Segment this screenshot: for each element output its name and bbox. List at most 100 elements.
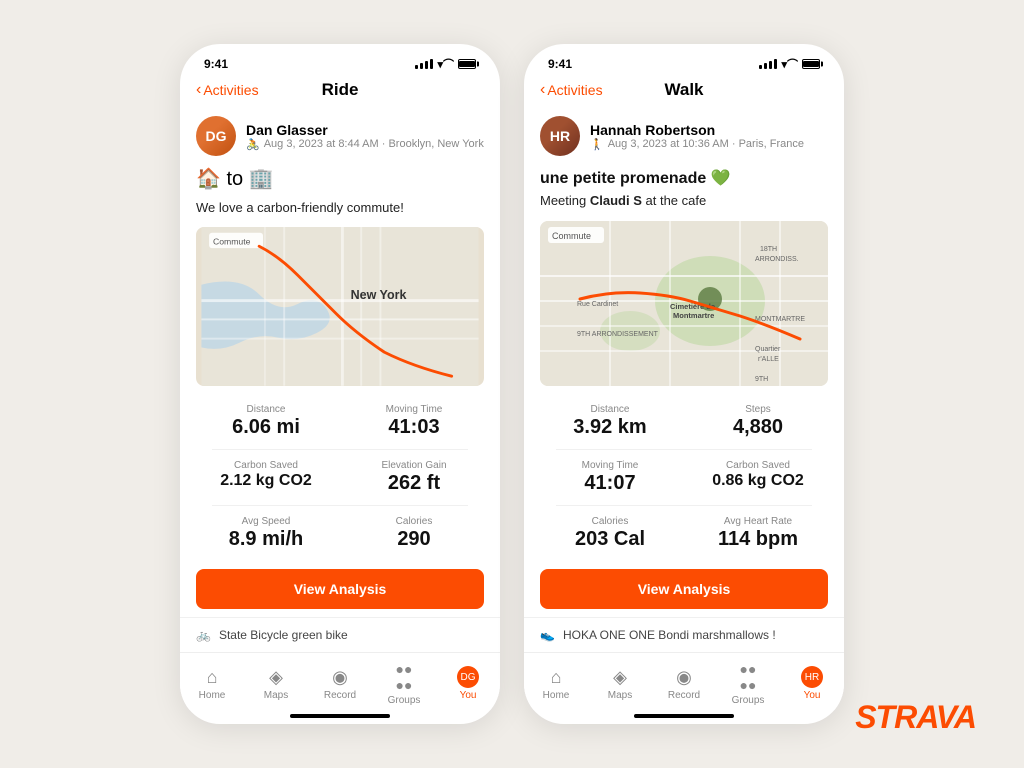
- nav-groups-label-2: Groups: [732, 695, 765, 706]
- walk-icon-2: 🚶: [590, 138, 604, 151]
- phone-content-2: ‹ Activities Walk HR Hannah Robertson 🚶 …: [524, 76, 844, 652]
- stat-distance-2: Distance 3.92 km: [540, 398, 680, 445]
- stat-steps-2: Steps 4,880: [688, 398, 828, 445]
- bottom-nav-1: ⌂ Home ◈ Maps ◉ Record ●●●● Groups DG Yo…: [180, 652, 500, 710]
- svg-text:Rue Cardinet: Rue Cardinet: [577, 301, 618, 308]
- nav-groups-label-1: Groups: [388, 695, 421, 706]
- stat-label-movingtime-1: Moving Time: [386, 404, 443, 415]
- stat-distance-1: Distance 6.06 mi: [196, 398, 336, 445]
- home-indicator-2: [634, 714, 734, 718]
- nav-maps-label-1: Maps: [264, 690, 288, 701]
- stat-value-heartrate-2: 114 bpm: [718, 528, 798, 551]
- battery-icon-1: [458, 59, 476, 69]
- groups-icon-1: ●●●●: [396, 661, 413, 693]
- home-icon-2: ⌂: [551, 667, 562, 688]
- phone-ride: 9:41 ▾⌒ ‹ Activities: [180, 44, 500, 724]
- stat-value-movingtime-2: 41:07: [584, 472, 635, 495]
- equipment-label-2: HOKA ONE ONE Bondi marshmallows !: [563, 628, 776, 642]
- stat-value-elevation-1: 262 ft: [388, 472, 440, 495]
- nav-header-2: ‹ Activities Walk: [524, 76, 844, 108]
- maps-icon-1: ◈: [269, 667, 283, 688]
- nav-you-label-2: You: [804, 690, 821, 701]
- stat-label-carbon-1: Carbon Saved: [234, 460, 298, 471]
- view-analysis-button-1[interactable]: View Analysis: [196, 569, 484, 609]
- phone-content-1: ‹ Activities Ride DG Dan Glasser 🚴 Aug 3…: [180, 76, 500, 652]
- groups-icon-2: ●●●●: [740, 661, 757, 693]
- nav-home-2[interactable]: ⌂ Home: [531, 667, 581, 701]
- equipment-row-2: 👟 HOKA ONE ONE Bondi marshmallows !: [524, 617, 844, 652]
- stat-calories-2: Calories 203 Cal: [540, 510, 680, 557]
- phone-walk: 9:41 ▾⌒ ‹ Activities: [524, 44, 844, 724]
- stat-value-speed-1: 8.9 mi/h: [229, 528, 303, 551]
- stat-value-distance-1: 6.06 mi: [232, 416, 300, 439]
- nav-record-1[interactable]: ◉ Record: [315, 667, 365, 701]
- stat-label-movingtime-2: Moving Time: [582, 460, 639, 471]
- map-1[interactable]: New York Commute: [196, 227, 484, 386]
- page-wrapper: 9:41 ▾⌒ ‹ Activities: [0, 0, 1024, 768]
- stat-elevation-1: Elevation Gain 262 ft: [344, 454, 484, 501]
- svg-text:MONTMARTRE: MONTMARTRE: [755, 316, 805, 323]
- svg-text:Montmartre: Montmartre: [673, 311, 714, 320]
- stat-label-elevation-1: Elevation Gain: [381, 460, 446, 471]
- equipment-label-1: State Bicycle green bike: [219, 628, 348, 642]
- nav-you-2[interactable]: HR You: [787, 666, 837, 701]
- back-button-1[interactable]: ‹ Activities: [196, 81, 259, 99]
- nav-you-1[interactable]: DG You: [443, 666, 493, 701]
- signal-icon-1: [415, 59, 433, 69]
- page-title-1: Ride: [322, 80, 359, 100]
- wifi-icon-2: ▾⌒: [781, 56, 798, 72]
- stat-value-calories-2: 203 Cal: [575, 528, 645, 551]
- avatar-2[interactable]: HR: [540, 116, 580, 156]
- record-icon-2: ◉: [676, 667, 692, 688]
- user-info-2: Hannah Robertson 🚶 Aug 3, 2023 at 10:36 …: [590, 122, 804, 151]
- wifi-icon-1: ▾⌒: [437, 56, 454, 72]
- stat-value-movingtime-1: 41:03: [388, 416, 439, 439]
- time-1: 9:41: [204, 57, 228, 71]
- nav-record-2[interactable]: ◉ Record: [659, 667, 709, 701]
- avatar-1[interactable]: DG: [196, 116, 236, 156]
- stat-value-calories-1: 290: [397, 528, 430, 551]
- nav-home-label-2: Home: [543, 690, 570, 701]
- maps-icon-2: ◈: [613, 667, 627, 688]
- page-title-2: Walk: [664, 80, 703, 100]
- bottom-nav-2: ⌂ Home ◈ Maps ◉ Record ●●●● Groups HR Yo…: [524, 652, 844, 710]
- stat-label-speed-1: Avg Speed: [242, 516, 291, 527]
- nav-you-label-1: You: [460, 690, 477, 701]
- record-icon-1: ◉: [332, 667, 348, 688]
- svg-text:Commute: Commute: [552, 231, 591, 241]
- svg-text:ARRONDISS.: ARRONDISS.: [755, 256, 799, 263]
- stat-label-heartrate-2: Avg Heart Rate: [724, 516, 792, 527]
- stats-grid-1: Distance 6.06 mi Moving Time 41:03 Carbo…: [180, 390, 500, 561]
- battery-icon-2: [802, 59, 820, 69]
- stat-label-calories-1: Calories: [396, 516, 433, 527]
- back-button-2[interactable]: ‹ Activities: [540, 81, 603, 99]
- nav-home-1[interactable]: ⌂ Home: [187, 667, 237, 701]
- stat-label-distance-1: Distance: [247, 404, 286, 415]
- stat-label-steps-2: Steps: [745, 404, 771, 415]
- nav-groups-2[interactable]: ●●●● Groups: [723, 661, 773, 706]
- back-chevron-2: ‹: [540, 81, 545, 99]
- map-2[interactable]: Cimetière de Montmartre 18TH ARRONDISS. …: [540, 221, 828, 386]
- view-analysis-button-2[interactable]: View Analysis: [540, 569, 828, 609]
- shoe-icon-2: 👟: [540, 628, 555, 642]
- nav-record-label-1: Record: [324, 690, 356, 701]
- stat-value-carbon-1: 2.12 kg CO2: [220, 472, 312, 490]
- user-info-1: Dan Glasser 🚴 Aug 3, 2023 at 8:44 AM · B…: [246, 122, 484, 151]
- home-indicator-1: [290, 714, 390, 718]
- nav-maps-2[interactable]: ◈ Maps: [595, 667, 645, 701]
- nav-maps-1[interactable]: ◈ Maps: [251, 667, 301, 701]
- bike-equipment-icon-1: 🚲: [196, 628, 211, 642]
- nav-home-label-1: Home: [199, 690, 226, 701]
- user-row-1: DG Dan Glasser 🚴 Aug 3, 2023 at 8:44 AM …: [180, 108, 500, 164]
- bike-icon-1: 🚴: [246, 138, 260, 151]
- stat-speed-1: Avg Speed 8.9 mi/h: [196, 510, 336, 557]
- svg-text:9TH: 9TH: [755, 376, 768, 383]
- stat-carbon-2: Carbon Saved 0.86 kg CO2: [688, 454, 828, 501]
- stat-moving-time-1: Moving Time 41:03: [344, 398, 484, 445]
- svg-text:r'ALLE: r'ALLE: [758, 356, 779, 363]
- emoji-row-1: 🏠 to 🏢: [180, 164, 500, 195]
- signal-icon-2: [759, 59, 777, 69]
- user-meta-1: 🚴 Aug 3, 2023 at 8:44 AM · Brooklyn, New…: [246, 138, 484, 151]
- stat-value-carbon-2: 0.86 kg CO2: [712, 472, 804, 490]
- nav-groups-1[interactable]: ●●●● Groups: [379, 661, 429, 706]
